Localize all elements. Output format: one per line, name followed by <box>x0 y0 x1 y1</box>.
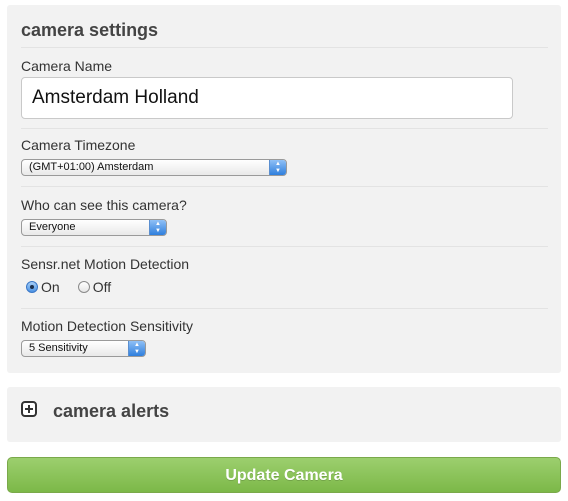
select-arrows-icon: ▲ ▼ <box>128 341 145 356</box>
camera-timezone-label: Camera Timezone <box>21 137 136 153</box>
select-arrows-icon: ▲ ▼ <box>149 220 166 235</box>
camera-name-input[interactable] <box>21 77 513 119</box>
camera-name-label: Camera Name <box>21 58 113 74</box>
radio-checked-icon[interactable] <box>26 281 38 293</box>
camera-alerts-heading[interactable]: camera alerts <box>53 401 169 422</box>
motion-off-label: Off <box>92 279 112 295</box>
divider <box>21 186 548 187</box>
motion-detection-radio-group: On Off <box>26 279 129 295</box>
divider <box>21 47 548 48</box>
divider <box>21 246 548 247</box>
update-camera-button[interactable]: Update Camera <box>7 457 561 493</box>
divider <box>21 128 548 129</box>
sensitivity-select[interactable]: 5 Sensitivity ▲ ▼ <box>21 340 146 357</box>
timezone-select-value: (GMT+01:00) Amsterdam <box>29 161 154 173</box>
motion-on-radio[interactable]: On <box>26 279 60 295</box>
select-arrows-icon: ▲ ▼ <box>269 160 286 175</box>
camera-settings-heading: camera settings <box>21 20 159 40</box>
sensitivity-label: Motion Detection Sensitivity <box>21 318 193 334</box>
motion-off-radio[interactable]: Off <box>77 279 112 295</box>
visibility-select[interactable]: Everyone ▲ ▼ <box>21 219 167 236</box>
camera-settings-panel: camera settings Camera Name Camera Timez… <box>7 5 561 373</box>
expand-plus-icon[interactable] <box>21 401 37 417</box>
camera-alerts-panel[interactable]: camera alerts <box>7 387 561 442</box>
motion-on-label: On <box>41 279 60 295</box>
radio-unchecked-icon[interactable] <box>77 281 90 293</box>
visibility-label: Who can see this camera? <box>21 197 187 213</box>
divider <box>21 308 548 309</box>
visibility-select-value: Everyone <box>29 221 76 233</box>
timezone-select[interactable]: (GMT+01:00) Amsterdam ▲ ▼ <box>21 159 287 176</box>
motion-detection-label: Sensr.net Motion Detection <box>21 256 190 272</box>
sensitivity-select-value: 5 Sensitivity <box>29 342 88 354</box>
